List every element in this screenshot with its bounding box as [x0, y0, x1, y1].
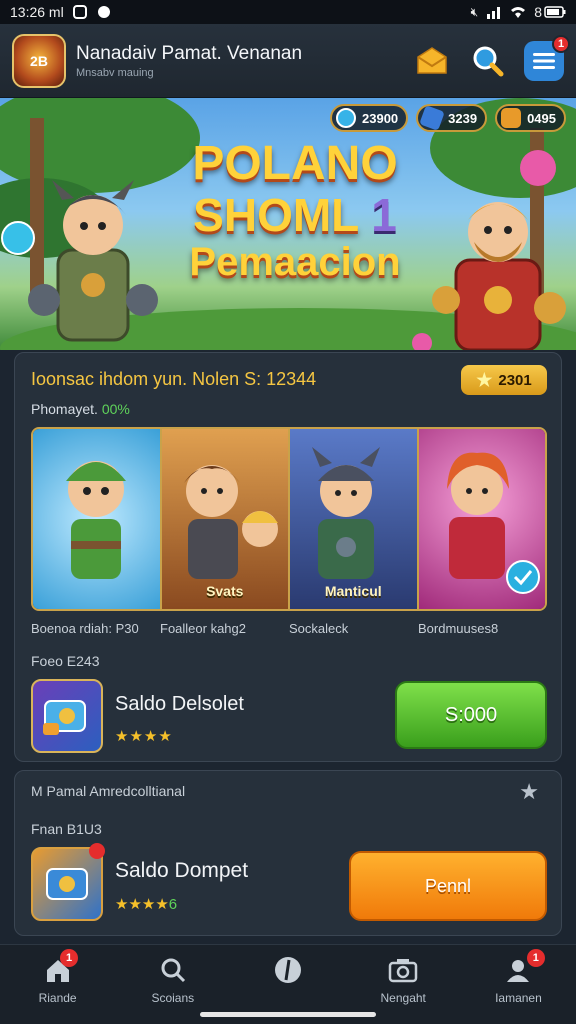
- search-icon: [473, 46, 504, 76]
- wallet-stars: ★★★★6: [115, 895, 177, 913]
- status-bar: 13:26 ml 🔇︎ 8: [0, 0, 576, 24]
- nav-home[interactable]: 1 Riande: [0, 945, 115, 1024]
- mail-icon: [417, 46, 447, 74]
- clock: 13:26 ml: [10, 4, 64, 20]
- banner-title-line1: POLANO: [192, 137, 398, 190]
- wallet-icon: [31, 847, 103, 921]
- app-logo[interactable]: 2B: [12, 33, 66, 88]
- offer-stars: ★★★★: [115, 728, 173, 745]
- buy-button[interactable]: S:000: [395, 681, 547, 749]
- character-3-label: Sockaleck: [289, 621, 349, 636]
- nav-camera-label: Nengaht: [380, 991, 426, 1005]
- nav-search-label: Scoians: [151, 991, 195, 1005]
- character-card-3[interactable]: Manticul: [290, 429, 419, 609]
- wallet-action-button[interactable]: Pennl: [349, 851, 547, 921]
- wallet-item-icon: [31, 679, 103, 753]
- wallet-action-label: Pennl: [424, 875, 472, 896]
- progress-label: Phomayet.: [31, 401, 98, 417]
- nav-profile-label: Iamanen: [495, 991, 542, 1005]
- offer-name: Saldo Delsolet: [115, 693, 244, 715]
- character-1-art: [66, 461, 126, 579]
- wallet-price-label: Fnan B1U3: [31, 821, 102, 837]
- wallet-card: M Pamal Amredcolltianal ★ Fnan B1U3 Sald…: [14, 770, 562, 936]
- character-card-4[interactable]: [418, 429, 545, 609]
- battery-icon: 8: [534, 4, 566, 20]
- currency-tokens[interactable]: 0495: [495, 104, 566, 132]
- banner-title-line2-wrap: SHOML 1: [150, 190, 440, 240]
- game-card: Ioonsac ihdom yun. Nolen S: 12344 ★ 2301…: [14, 352, 562, 762]
- app-logo-text: 2B: [30, 52, 48, 69]
- banner-title-line2: SHOML: [193, 189, 359, 241]
- rating-badge[interactable]: ★ 2301: [461, 365, 547, 395]
- currency-row: 23900 3239 0495: [330, 104, 566, 132]
- wallet-name: Saldo Dompet: [115, 859, 249, 882]
- star-icon: ★: [476, 369, 493, 390]
- nav-home-label: Riande: [38, 991, 77, 1005]
- page-title: Nanadaiv Pamat. Venanan: [76, 42, 303, 64]
- search-button[interactable]: [468, 41, 508, 81]
- wallet-badge: [89, 843, 105, 859]
- rating-value: 2301: [498, 371, 532, 389]
- banner-title-number: 1: [371, 189, 397, 241]
- wallet-stars-glyphs: ★★★★: [115, 896, 169, 913]
- character-3-tag: Manticul: [324, 583, 382, 599]
- app-notification-icon: [97, 6, 110, 18]
- hero-right-warrior: [432, 202, 566, 350]
- gem-icon: [419, 105, 445, 131]
- character-4-art: [446, 452, 540, 594]
- character-1-label: Boenoa rdiah: P30: [31, 621, 139, 636]
- notification-icon: [72, 5, 87, 19]
- home-indicator[interactable]: [200, 1012, 376, 1017]
- character-card-1[interactable]: [33, 429, 162, 609]
- hero-left-warrior: [28, 180, 158, 342]
- nav-profile-badge: 1: [526, 949, 545, 967]
- battery-level: 8: [534, 4, 542, 20]
- menu-button[interactable]: 1: [524, 34, 570, 81]
- progress-text: Phomayet. 00%: [31, 401, 130, 417]
- app-header: 2B Nanadaiv Pamat. Venanan Mnsabv mauing…: [0, 24, 576, 98]
- character-3-art: [312, 447, 380, 579]
- compass-icon: [273, 955, 303, 985]
- search-icon: [158, 955, 188, 985]
- currency-coins-value: 23900: [362, 110, 399, 126]
- nav-home-badge: 1: [60, 949, 78, 967]
- hamburger-icon: [533, 52, 555, 69]
- token-icon: [501, 108, 522, 128]
- promo-banner[interactable]: 23900 3239 0495 POLANO SHOML 1 Pemaacion: [0, 98, 576, 350]
- mute-icon: 🔇︎: [470, 4, 479, 19]
- page-subtitle: Mnsabv mauing: [76, 66, 154, 79]
- camera-icon: [388, 955, 418, 985]
- currency-gems-value: 3239: [448, 110, 478, 126]
- character-card-2[interactable]: Svats: [161, 429, 290, 609]
- wifi-icon: [511, 7, 526, 18]
- favorite-star-icon[interactable]: ★: [519, 779, 539, 805]
- banner-title-line3: Pemaacion: [189, 240, 401, 284]
- currency-tokens-value: 0495: [527, 110, 556, 126]
- character-2-tag: Svats: [206, 583, 244, 599]
- character-2-label: Foalleor kahg2: [160, 621, 246, 636]
- wallet-card-title: M Pamal Amredcolltianal: [31, 783, 186, 799]
- currency-gems[interactable]: 3239: [416, 104, 488, 132]
- character-4-label: Bordmuuses8: [418, 621, 499, 636]
- offer-price-label: Foeo E243: [31, 653, 100, 669]
- banner-title: POLANO SHOML 1 Pemaacion: [150, 137, 440, 285]
- progress-value: 00%: [101, 401, 130, 417]
- game-card-title: Ioonsac ihdom yun. Nolen S: 12344: [31, 369, 317, 389]
- mail-button[interactable]: [412, 41, 452, 81]
- character-labels: Boenoa rdiah: P30 Foalleor kahg2 Sockale…: [31, 621, 547, 636]
- wallet-stars-number: 6: [168, 896, 178, 913]
- character-strip: Svats Manticul: [31, 427, 547, 611]
- header-titles: Nanadaiv Pamat. Venanan Mnsabv mauing: [76, 43, 396, 79]
- character-2-art: [183, 465, 278, 579]
- signal-icon: [487, 7, 501, 19]
- nav-profile[interactable]: 1 Iamanen: [461, 945, 576, 1024]
- buy-button-label: S:000: [444, 703, 498, 726]
- coin-icon: [336, 108, 356, 128]
- currency-coins[interactable]: 23900: [330, 104, 409, 132]
- menu-badge: 1: [552, 34, 570, 53]
